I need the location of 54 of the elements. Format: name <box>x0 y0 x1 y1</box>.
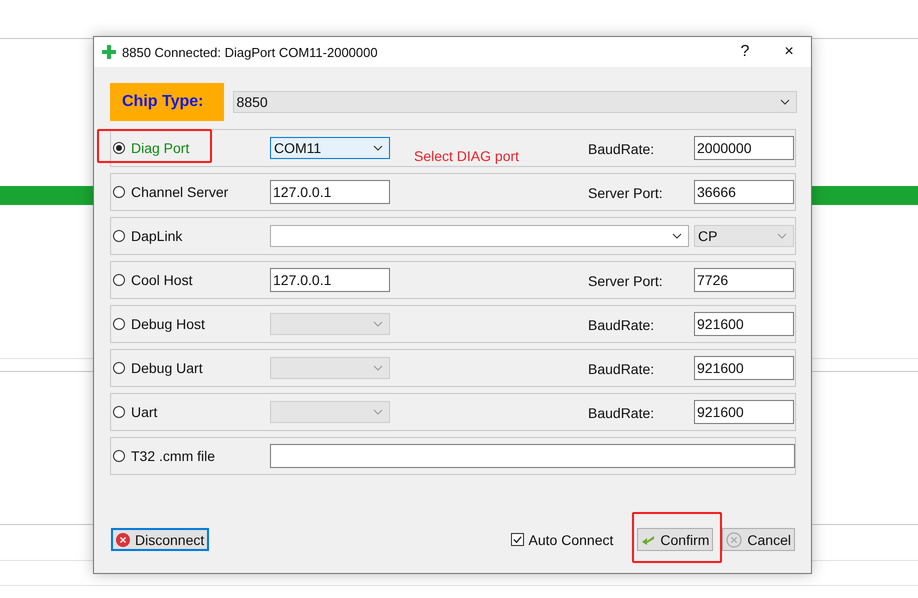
caret-icon <box>373 321 383 327</box>
radio-button[interactable] <box>113 450 125 462</box>
option-label: Diag Port <box>131 140 190 156</box>
option-label: Uart <box>131 404 158 420</box>
error-icon <box>116 532 130 546</box>
confirm-button[interactable]: Confirm <box>637 528 714 551</box>
input-field[interactable]: 127.0.0.1 <box>270 180 390 204</box>
option-label: Debug Uart <box>131 360 203 376</box>
radio-button[interactable] <box>113 362 125 374</box>
input-field[interactable]: 7726 <box>694 268 794 292</box>
option-label: Debug Host <box>131 316 205 332</box>
field-label: BaudRate: <box>588 141 654 157</box>
caret-icon <box>373 409 383 415</box>
radio-button[interactable] <box>113 406 125 418</box>
option-label: T32 .cmm file <box>131 448 216 464</box>
cancel-icon <box>726 532 742 548</box>
cancel-button[interactable]: Cancel <box>722 528 795 551</box>
input-field[interactable]: 921600 <box>694 356 794 380</box>
arrow-icon <box>641 534 656 546</box>
field-label: BaudRate: <box>588 405 654 421</box>
input-field[interactable] <box>270 444 795 468</box>
disconnect-button[interactable]: Disconnect <box>111 528 210 551</box>
field-label: Server Port: <box>588 185 663 201</box>
caret-icon <box>373 365 383 371</box>
window-title: 8850 Connected: DiagPort COM11-2000000 <box>122 44 379 60</box>
input-field[interactable]: 2000000 <box>694 136 794 160</box>
input-field[interactable]: 921600 <box>694 312 794 336</box>
radio-button[interactable] <box>113 186 125 198</box>
plus-icon <box>102 45 116 59</box>
option-label: Cool Host <box>131 272 192 288</box>
radio-button[interactable] <box>113 142 125 154</box>
field-label: BaudRate: <box>588 317 654 333</box>
field-label: BaudRate: <box>588 361 654 377</box>
input-field[interactable]: 36666 <box>694 180 794 204</box>
chip-type-dropdown[interactable]: 8850 <box>232 91 797 113</box>
field-label: Server Port: <box>588 273 663 289</box>
caret-icon <box>373 145 383 151</box>
radio-button[interactable] <box>113 230 125 242</box>
caret-icon <box>777 233 787 239</box>
option-label: Channel Server <box>131 184 228 200</box>
close-button[interactable]: × <box>767 37 811 67</box>
radio-button[interactable] <box>113 318 125 330</box>
checkbox[interactable] <box>510 533 524 546</box>
chip-type-label: Chip Type: <box>110 83 224 121</box>
caret-icon <box>672 233 682 239</box>
help-button[interactable]: ? <box>723 37 767 67</box>
caret-icon <box>780 99 790 105</box>
input-field[interactable]: 921600 <box>694 400 794 424</box>
input-field[interactable]: 127.0.0.1 <box>270 268 390 292</box>
checkbox-label: Auto Connect <box>528 532 614 548</box>
dropdown[interactable]: COM11 <box>270 137 390 159</box>
radio-button[interactable] <box>113 274 125 286</box>
option-label: DapLink <box>131 228 182 244</box>
hint-text: Select DIAG port <box>414 148 520 164</box>
